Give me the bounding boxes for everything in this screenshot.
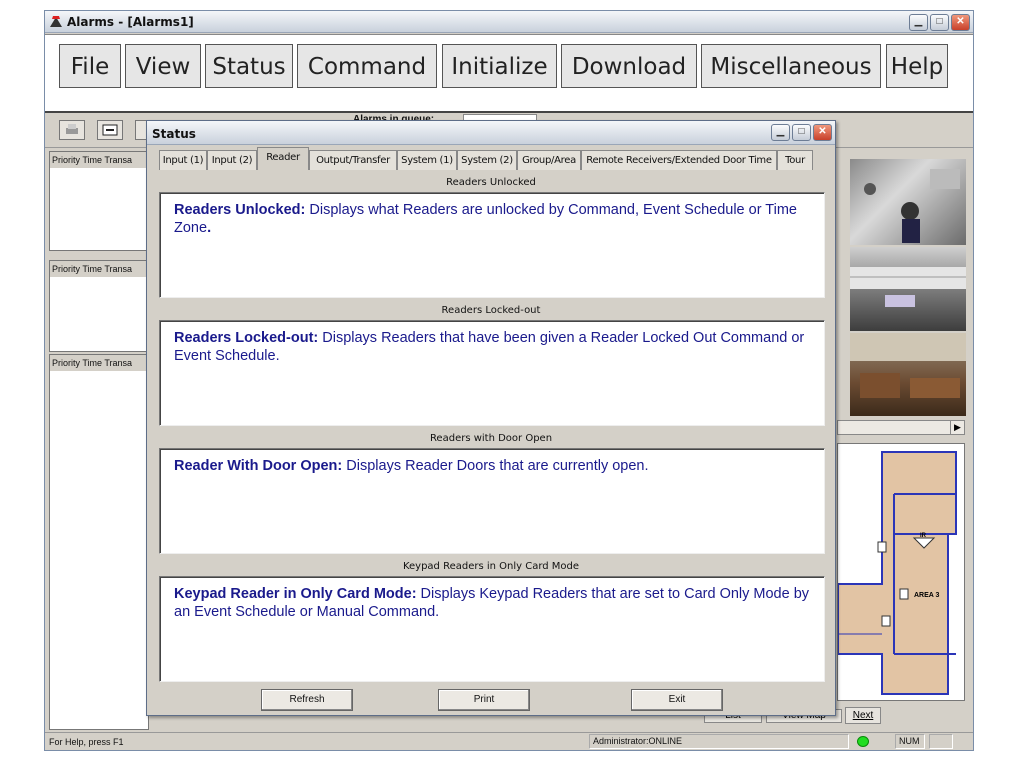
readers-unlocked-description: Readers Unlocked: Displays what Readers … bbox=[174, 201, 810, 237]
menu-status[interactable]: Status bbox=[205, 44, 293, 88]
printer-icon bbox=[66, 124, 78, 134]
camera-view-1[interactable] bbox=[850, 159, 966, 245]
menu-download[interactable]: Download bbox=[561, 44, 697, 88]
keypad-card-mode-term: Keypad Reader in Only Card Mode: bbox=[174, 586, 417, 602]
floor-plan-drawing bbox=[837, 451, 957, 695]
status-maximize-button[interactable]: □ bbox=[792, 124, 811, 141]
readers-unlocked-period: . bbox=[207, 220, 212, 236]
readers-door-open-label: Readers with Door Open bbox=[429, 433, 553, 444]
alarm-list-header: Priority Time Transa bbox=[50, 152, 148, 168]
readers-door-open-description: Reader With Door Open: Displays Reader D… bbox=[174, 457, 810, 475]
online-indicator bbox=[857, 736, 869, 747]
alarm-list-pane-2[interactable]: Priority Time Transa bbox=[49, 260, 149, 352]
refresh-button[interactable]: Refresh bbox=[261, 689, 353, 711]
user-status: Administrator:ONLINE bbox=[589, 734, 849, 749]
camera-view-2[interactable] bbox=[850, 247, 966, 331]
camera-scrollbar[interactable]: ▶ bbox=[837, 420, 965, 435]
tab-output-transfer[interactable]: Output/Transfer bbox=[309, 150, 397, 170]
menu-bar: File View Status Command Initialize Down… bbox=[45, 34, 973, 113]
tab-system-2[interactable]: System (2) bbox=[457, 150, 517, 170]
keypad-card-mode-description: Keypad Reader in Only Card Mode: Display… bbox=[174, 585, 810, 621]
menu-file[interactable]: File bbox=[59, 44, 121, 88]
close-icon: ✕ bbox=[956, 16, 965, 27]
tab-input-1[interactable]: Input (1) bbox=[159, 150, 207, 170]
exit-button[interactable]: Exit bbox=[631, 689, 723, 711]
map-area-label: AREA 3 bbox=[914, 592, 940, 599]
window-title: Alarms - [Alarms1] bbox=[67, 15, 194, 29]
num-lock-indicator: NUM bbox=[895, 734, 925, 749]
readers-door-open-text: Displays Reader Doors that are currently… bbox=[342, 458, 649, 474]
tab-input-2[interactable]: Input (2) bbox=[207, 150, 257, 170]
window-icon bbox=[102, 124, 118, 136]
minimize-icon: ▁ bbox=[914, 16, 923, 27]
close-icon: ✕ bbox=[818, 126, 827, 137]
menu-miscellaneous[interactable]: Miscellaneous bbox=[701, 44, 881, 88]
maximize-icon: □ bbox=[798, 126, 805, 137]
minimize-icon: ▁ bbox=[776, 126, 785, 137]
status-bar: For Help, press F1 Administrator:ONLINE … bbox=[45, 732, 973, 750]
camera-feed-image bbox=[864, 169, 960, 243]
menu-command[interactable]: Command bbox=[297, 44, 437, 88]
minimize-button[interactable]: ▁ bbox=[909, 14, 928, 31]
status-close-button[interactable]: ✕ bbox=[813, 124, 832, 141]
camera-feed-image bbox=[850, 267, 966, 307]
status-dialog-title: Status bbox=[152, 127, 196, 141]
readers-unlocked-panel[interactable]: Readers Unlocked: Displays what Readers … bbox=[159, 192, 825, 298]
readers-door-open-term: Reader With Door Open: bbox=[174, 458, 343, 474]
status-cell bbox=[929, 734, 953, 749]
tab-system-1[interactable]: System (1) bbox=[397, 150, 457, 170]
alarm-list-header: Priority Time Transa bbox=[50, 261, 148, 277]
status-minimize-button[interactable]: ▁ bbox=[771, 124, 790, 141]
alarm-app-icon bbox=[50, 16, 62, 27]
map-door-label: IR bbox=[920, 533, 926, 539]
camera-feed-image bbox=[850, 333, 966, 398]
keypad-card-mode-panel[interactable]: Keypad Reader in Only Card Mode: Display… bbox=[159, 576, 825, 682]
scroll-right-icon[interactable]: ▶ bbox=[950, 421, 964, 434]
readers-locked-out-term: Readers Locked-out: bbox=[174, 330, 319, 346]
camera-view-3[interactable] bbox=[850, 333, 966, 416]
tab-reader[interactable]: Reader bbox=[257, 147, 309, 170]
floor-map[interactable]: IR AREA 3 bbox=[837, 443, 965, 701]
print-toolbar-button[interactable] bbox=[59, 120, 85, 140]
map-next-button[interactable]: Next bbox=[845, 707, 881, 724]
maximize-icon: □ bbox=[936, 16, 943, 27]
tab-remote-receivers[interactable]: Remote Receivers/Extended Door Time bbox=[581, 150, 777, 170]
status-title-bar[interactable]: Status ▁ □ ✕ bbox=[147, 121, 835, 145]
menu-help[interactable]: Help bbox=[886, 44, 948, 88]
close-button[interactable]: ✕ bbox=[951, 14, 970, 31]
help-hint: For Help, press F1 bbox=[49, 737, 124, 747]
print-button[interactable]: Print bbox=[438, 689, 530, 711]
window-toolbar-button[interactable] bbox=[97, 120, 123, 140]
readers-locked-out-description: Readers Locked-out: Displays Readers tha… bbox=[174, 329, 810, 365]
alarm-list-header: Priority Time Transa bbox=[50, 355, 148, 371]
readers-unlocked-term: Readers Unlocked: bbox=[174, 202, 306, 218]
alarm-list-pane-1[interactable]: Priority Time Transa bbox=[49, 151, 149, 251]
readers-locked-out-label: Readers Locked-out bbox=[441, 305, 541, 316]
title-bar[interactable]: Alarms - [Alarms1] ▁ □ ✕ bbox=[45, 11, 973, 33]
readers-unlocked-label: Readers Unlocked bbox=[446, 177, 536, 188]
readers-door-open-panel[interactable]: Reader With Door Open: Displays Reader D… bbox=[159, 448, 825, 554]
alarm-list-pane-3[interactable]: Priority Time Transa bbox=[49, 354, 149, 730]
readers-locked-out-panel[interactable]: Readers Locked-out: Displays Readers tha… bbox=[159, 320, 825, 426]
keypad-card-mode-label: Keypad Readers in Only Card Mode bbox=[402, 561, 580, 572]
status-dialog: Status ▁ □ ✕ Input (1) Input (2) Reader … bbox=[146, 120, 836, 716]
tab-tour[interactable]: Tour bbox=[777, 150, 813, 170]
menu-initialize[interactable]: Initialize bbox=[442, 44, 557, 88]
maximize-button[interactable]: □ bbox=[930, 14, 949, 31]
menu-view[interactable]: View bbox=[125, 44, 201, 88]
tab-group-area[interactable]: Group/Area bbox=[517, 150, 581, 170]
